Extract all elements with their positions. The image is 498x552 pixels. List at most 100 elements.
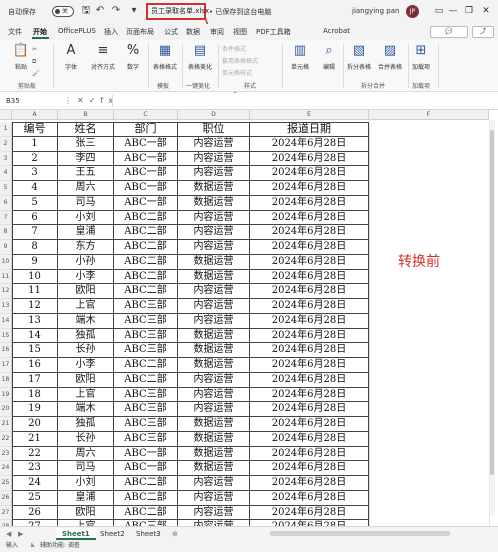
table-cell[interactable]: ABC二部 — [114, 240, 178, 255]
table-cell[interactable]: 长孙 — [58, 343, 114, 358]
merge-table-button[interactable]: ▨ 合并表格 — [373, 42, 407, 71]
next-sheet-icon[interactable]: ▶ — [18, 528, 23, 540]
tab-view[interactable]: 视图 — [233, 27, 247, 37]
table-cell[interactable]: 2024年6月28日 — [250, 166, 369, 181]
restore-icon[interactable]: ❐ — [462, 3, 476, 19]
table-cell[interactable]: 10 — [12, 269, 58, 285]
tab-acrobat[interactable]: Acrobat — [323, 27, 350, 35]
comments-button[interactable]: 💬 — [430, 26, 468, 38]
username[interactable]: jiangying pan — [352, 7, 399, 15]
table-cell[interactable]: 7 — [12, 225, 58, 240]
table-cell[interactable]: 17 — [12, 372, 58, 388]
scrollbar-thumb[interactable] — [490, 130, 494, 475]
font-button[interactable]: A 字体 — [54, 42, 88, 71]
table-cell[interactable]: 12 — [12, 299, 58, 314]
table-cell[interactable]: 长孙 — [58, 431, 114, 447]
table-cell[interactable]: 9 — [12, 254, 58, 270]
table-cell[interactable]: ABC三部 — [114, 431, 178, 447]
table-cell[interactable]: 2024年6月28日 — [250, 387, 369, 403]
table-cell[interactable]: 数据运营 — [178, 254, 250, 270]
table-cell[interactable]: 内容运营 — [178, 313, 250, 329]
table-cell[interactable]: 小李 — [58, 358, 114, 373]
table-cell[interactable]: ABC二部 — [114, 358, 178, 373]
table-cell[interactable]: 内容运营 — [178, 136, 250, 152]
row-header[interactable]: 4 — [0, 166, 12, 181]
table-cell[interactable]: 张三 — [58, 136, 114, 152]
table-cell[interactable]: 2024年6月28日 — [250, 254, 369, 270]
table-cell[interactable]: 数据运营 — [178, 195, 250, 211]
table-cell[interactable]: 2024年6月28日 — [250, 461, 369, 476]
redo-icon[interactable]: ↷ — [110, 5, 122, 17]
table-cell[interactable]: 5 — [12, 195, 58, 211]
table-cell[interactable]: 4 — [12, 181, 58, 196]
table-cell[interactable]: 皇浦 — [58, 225, 114, 240]
table-cell[interactable]: 内容运营 — [178, 151, 250, 167]
table-cell[interactable]: 26 — [12, 505, 58, 521]
horizontal-scrollbar[interactable] — [270, 531, 450, 536]
ribbon-display-icon[interactable]: ▭ — [432, 3, 446, 19]
split-table-button[interactable]: ▧ 拆分表格 — [342, 42, 376, 71]
table-cell[interactable]: 内容运营 — [178, 372, 250, 388]
format-painter-icon[interactable]: 🖌 — [32, 70, 40, 77]
table-cell[interactable]: 数据运营 — [178, 328, 250, 344]
table-cell[interactable]: 2024年6月28日 — [250, 490, 369, 506]
row-header[interactable]: 26 — [0, 490, 12, 506]
row-header[interactable]: 15 — [0, 328, 12, 344]
row-header[interactable]: 22 — [0, 431, 12, 447]
row-header[interactable]: 17 — [0, 358, 12, 373]
table-cell[interactable]: 2024年6月28日 — [250, 313, 369, 329]
row-header[interactable]: 9 — [0, 240, 12, 255]
save-icon[interactable]: 🖫 — [80, 5, 92, 17]
table-cell[interactable]: 1 — [12, 136, 58, 152]
avatar[interactable]: JP — [406, 5, 419, 18]
table-cell[interactable]: 小孙 — [58, 254, 114, 270]
beautify-button[interactable]: ▤ 表格美化 — [183, 42, 217, 71]
formula-input[interactable] — [112, 95, 492, 107]
table-cell[interactable]: 2024年6月28日 — [250, 446, 369, 462]
sheet-tab-3[interactable]: Sheet3 — [130, 528, 167, 540]
table-cell[interactable]: 2024年6月28日 — [250, 269, 369, 285]
table-cell[interactable]: 内容运营 — [178, 284, 250, 299]
table-cell[interactable]: 8 — [12, 240, 58, 255]
row-header[interactable]: 7 — [0, 210, 12, 226]
accessibility-status[interactable]: 辅助功能: 调查 — [40, 540, 80, 552]
addin-button[interactable]: ⊞ 加载项 — [404, 42, 438, 71]
tab-home[interactable]: 开始 — [33, 27, 47, 37]
table-cell[interactable]: 内容运营 — [178, 505, 250, 521]
table-cell[interactable]: 2024年6月28日 — [250, 151, 369, 167]
table-cell[interactable]: 独孤 — [58, 328, 114, 344]
table-cell[interactable]: 2024年6月28日 — [250, 181, 369, 196]
table-cell[interactable]: 数据运营 — [178, 343, 250, 358]
table-cell[interactable]: 6 — [12, 210, 58, 226]
table-cell[interactable]: 端木 — [58, 402, 114, 417]
tab-pdf-tools[interactable]: PDF工具箱 — [256, 27, 291, 37]
table-cell[interactable]: 2024年6月28日 — [250, 225, 369, 240]
table-cell[interactable]: ABC三部 — [114, 313, 178, 329]
table-cell[interactable]: 数据运营 — [178, 358, 250, 373]
sheet-tab-2[interactable]: Sheet2 — [94, 528, 131, 540]
column-header[interactable]: F — [369, 110, 489, 120]
table-cell[interactable]: 2024年6月28日 — [250, 210, 369, 226]
table-cell[interactable]: 2024年6月28日 — [250, 299, 369, 314]
table-cell[interactable]: 2024年6月28日 — [250, 240, 369, 255]
conditional-format-item[interactable]: 条件格式 — [222, 44, 246, 53]
sheet-tab-1[interactable]: Sheet1 — [56, 528, 96, 540]
table-header-cell[interactable]: 姓名 — [58, 122, 114, 137]
table-cell[interactable]: 独孤 — [58, 417, 114, 432]
table-cell[interactable]: ABC一部 — [114, 446, 178, 462]
row-header[interactable]: 21 — [0, 417, 12, 432]
table-cell[interactable]: 内容运营 — [178, 387, 250, 403]
row-header[interactable]: 3 — [0, 151, 12, 167]
table-cell[interactable]: 2 — [12, 151, 58, 167]
table-cell[interactable]: ABC一部 — [114, 195, 178, 211]
row-header[interactable]: 19 — [0, 387, 12, 403]
row-header[interactable]: 13 — [0, 299, 12, 314]
table-cell[interactable]: 24 — [12, 476, 58, 491]
table-cell[interactable]: 李四 — [58, 151, 114, 167]
table-cell[interactable]: 19 — [12, 402, 58, 417]
formula-icons[interactable]: ⋮✕✓fx — [64, 95, 118, 107]
table-cell[interactable]: 2024年6月28日 — [250, 284, 369, 299]
column-header[interactable]: A — [12, 110, 58, 120]
table-cell[interactable]: 内容运营 — [178, 225, 250, 240]
table-cell[interactable]: 2024年6月28日 — [250, 417, 369, 432]
